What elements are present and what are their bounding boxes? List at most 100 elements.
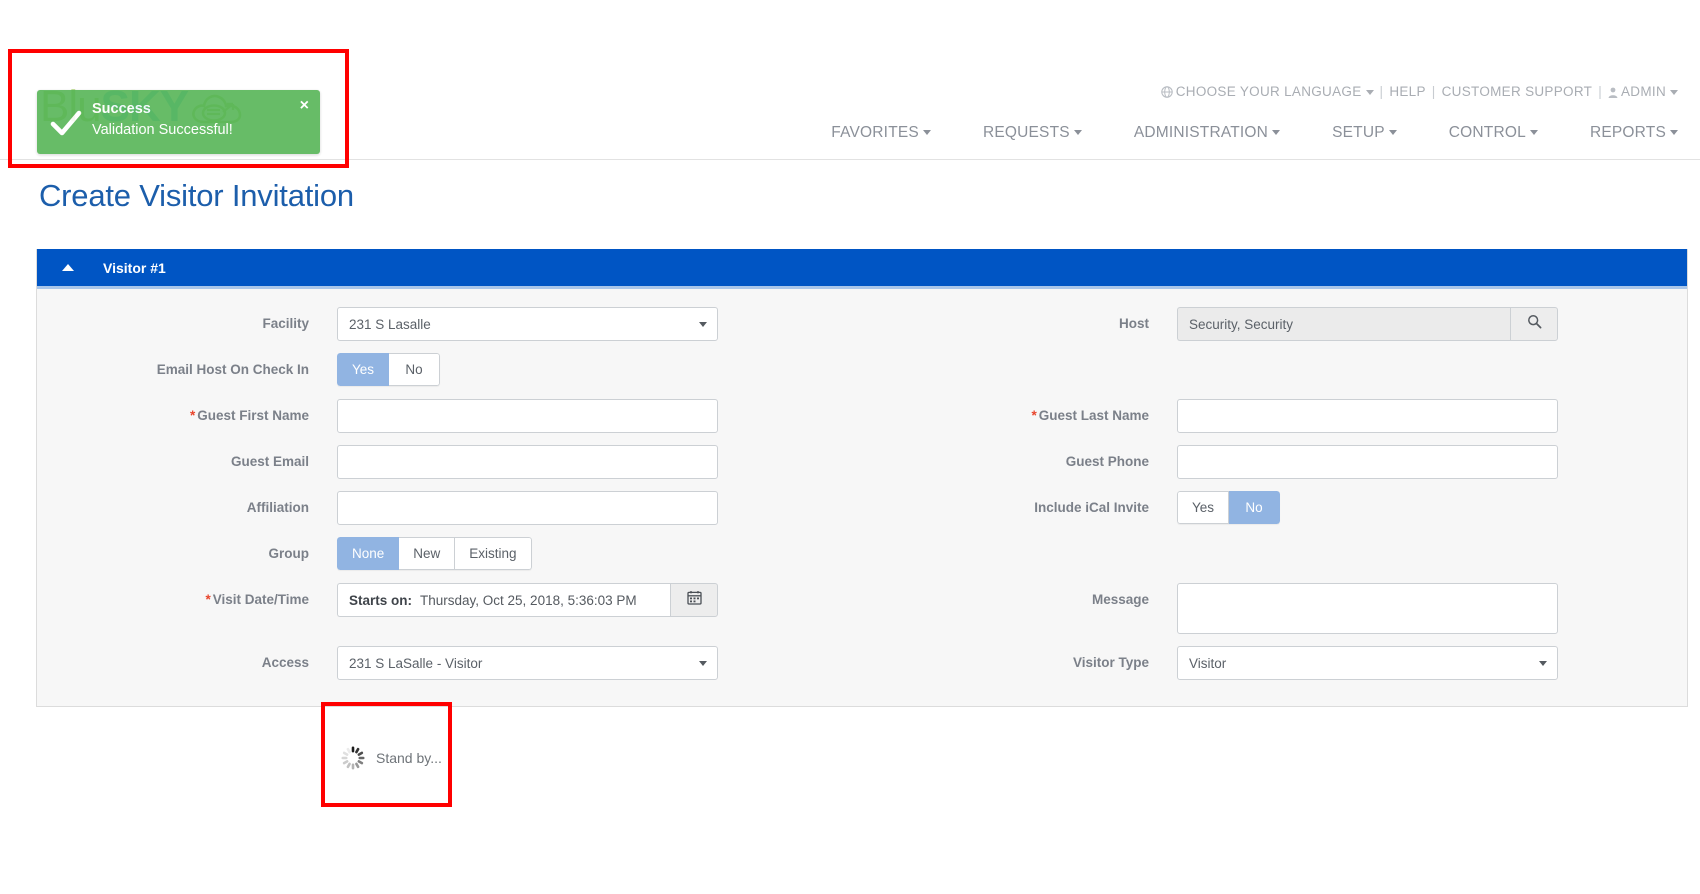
form-row-guest-names: *Guest First Name *Guest Last Name	[37, 399, 1687, 433]
loading-spinner-icon	[340, 745, 366, 771]
host-input[interactable]: Security, Security	[1177, 307, 1510, 341]
chevron-up-icon[interactable]	[55, 264, 81, 271]
form-col-ical: Include iCal Invite Yes No	[862, 491, 1687, 525]
required-marker-visit-datetime: *	[205, 592, 210, 607]
form-row-visit-message: *Visit Date/Time Starts on: Thursday, Oc…	[37, 583, 1687, 634]
visit-datetime-label-text: Visit Date/Time	[213, 592, 309, 607]
chevron-down-icon-control	[1530, 130, 1538, 135]
guest-phone-control	[1177, 445, 1558, 479]
nav-item-control[interactable]: CONTROL	[1449, 124, 1538, 142]
include-ical-control: Yes No	[1177, 491, 1280, 524]
form-row-facility-host: Facility 231 S Lasalle Host Security, Se…	[37, 307, 1687, 341]
visitor-panel-title: Visitor #1	[103, 260, 166, 276]
visit-datetime-label: *Visit Date/Time	[37, 583, 337, 617]
nav-item-reports[interactable]: REPORTS	[1590, 124, 1678, 142]
customer-support-link[interactable]: CUSTOMER SUPPORT	[1442, 84, 1593, 99]
guest-email-label: Guest Email	[37, 445, 337, 479]
chevron-down-icon[interactable]	[1366, 90, 1374, 95]
guest-first-name-control	[337, 399, 718, 433]
visitor-panel: Visitor #1 Facility 231 S Lasalle Host S…	[36, 249, 1688, 707]
success-toast[interactable]: Success Validation Successful! ×	[37, 90, 320, 154]
form-col-guest-email: Guest Email	[37, 445, 862, 479]
nav-item-favorites[interactable]: FAVORITES	[831, 124, 931, 142]
access-control: 231 S LaSalle - Visitor	[337, 646, 718, 680]
affiliation-input[interactable]	[337, 491, 718, 525]
chevron-down-icon-favorites	[923, 130, 931, 135]
visitor-type-label: Visitor Type	[862, 646, 1177, 680]
message-textarea[interactable]	[1177, 583, 1558, 634]
form-col-access: Access 231 S LaSalle - Visitor	[37, 646, 862, 680]
visit-datetime-control: Starts on: Thursday, Oct 25, 2018, 5:36:…	[337, 583, 718, 617]
globe-icon	[1161, 86, 1173, 101]
nav-label-control: CONTROL	[1449, 124, 1526, 141]
utility-bar: CHOOSE YOUR LANGUAGE | HELP | CUSTOMER SUPPO…	[1161, 84, 1678, 101]
form-col-guest-last-name: *Guest Last Name	[862, 399, 1687, 433]
standby-status: Stand by...	[340, 745, 442, 771]
guest-last-name-label-text: Guest Last Name	[1039, 408, 1149, 423]
affiliation-control	[337, 491, 718, 525]
guest-email-control	[337, 445, 718, 479]
visit-datetime-prefix: Starts on:	[349, 593, 412, 608]
email-host-option-no[interactable]: No	[389, 353, 440, 386]
guest-first-name-label: *Guest First Name	[37, 399, 337, 433]
access-select[interactable]: 231 S LaSalle - Visitor	[337, 646, 718, 680]
form-col-group: Group None New Existing	[37, 537, 862, 571]
form-col-host: Host Security, Security	[862, 307, 1687, 341]
admin-menu-link[interactable]: ADMIN	[1621, 84, 1666, 99]
help-link[interactable]: HELP	[1389, 84, 1425, 99]
group-option-existing[interactable]: Existing	[455, 537, 531, 570]
chevron-down-icon-admin[interactable]	[1670, 90, 1678, 95]
group-label: Group	[37, 537, 337, 571]
nav-label-reports: REPORTS	[1590, 124, 1666, 141]
nav-label-favorites: FAVORITES	[831, 124, 919, 141]
guest-first-name-input[interactable]	[337, 399, 718, 433]
chevron-down-icon-requests	[1074, 130, 1082, 135]
chevron-down-icon-visitor-type	[1539, 661, 1547, 666]
chevron-down-icon-administration	[1272, 130, 1280, 135]
nav-label-administration: ADMINISTRATION	[1134, 124, 1268, 141]
host-control: Security, Security	[1177, 307, 1558, 341]
email-host-label: Email Host On Check In	[37, 353, 337, 387]
group-option-none[interactable]: None	[337, 537, 399, 570]
visit-datetime-input[interactable]: Starts on: Thursday, Oct 25, 2018, 5:36:…	[337, 583, 670, 617]
guest-last-name-input[interactable]	[1177, 399, 1558, 433]
host-search-button[interactable]	[1510, 307, 1558, 341]
access-label: Access	[37, 646, 337, 680]
guest-phone-input[interactable]	[1177, 445, 1558, 479]
required-marker-first-name: *	[190, 408, 195, 423]
form-row-access-visitortype: Access 231 S LaSalle - Visitor Visitor T…	[37, 646, 1687, 680]
form-col-message: Message	[862, 583, 1687, 634]
nav-item-requests[interactable]: REQUESTS	[983, 124, 1082, 142]
nav-item-setup[interactable]: SETUP	[1332, 124, 1397, 142]
include-ical-option-no[interactable]: No	[1229, 491, 1280, 524]
facility-select[interactable]: 231 S Lasalle	[337, 307, 718, 341]
check-icon	[49, 106, 83, 140]
nav-item-administration[interactable]: ADMINISTRATION	[1134, 124, 1280, 142]
form-col-email-host: Email Host On Check In Yes No	[37, 353, 862, 387]
visit-datetime-calendar-button[interactable]	[670, 583, 718, 617]
guest-last-name-label: *Guest Last Name	[862, 399, 1177, 433]
include-ical-option-yes[interactable]: Yes	[1177, 491, 1229, 524]
group-option-new[interactable]: New	[399, 537, 455, 570]
group-control: None New Existing	[337, 537, 532, 570]
host-value: Security, Security	[1189, 317, 1293, 332]
visit-datetime-value: Thursday, Oct 25, 2018, 5:36:03 PM	[420, 593, 637, 608]
include-ical-label: Include iCal Invite	[862, 491, 1177, 525]
form-col-group-spacer	[862, 537, 1687, 571]
form-row-email-host: Email Host On Check In Yes No	[37, 353, 1687, 387]
utility-separator-1: |	[1380, 84, 1384, 99]
facility-label: Facility	[37, 307, 337, 341]
guest-email-input[interactable]	[337, 445, 718, 479]
guest-phone-label: Guest Phone	[862, 445, 1177, 479]
calendar-icon	[687, 590, 702, 610]
chevron-down-icon-facility	[699, 322, 707, 327]
email-host-option-yes[interactable]: Yes	[337, 353, 389, 386]
visitor-type-select[interactable]: Visitor	[1177, 646, 1558, 680]
visitor-panel-header[interactable]: Visitor #1	[37, 249, 1687, 289]
chevron-down-icon-access	[699, 661, 707, 666]
utility-separator-2: |	[1432, 84, 1436, 99]
nav-label-requests: REQUESTS	[983, 124, 1070, 141]
access-value: 231 S LaSalle - Visitor	[349, 656, 482, 671]
close-icon[interactable]: ×	[300, 98, 309, 114]
choose-language-link[interactable]: CHOOSE YOUR LANGUAGE	[1176, 84, 1362, 99]
